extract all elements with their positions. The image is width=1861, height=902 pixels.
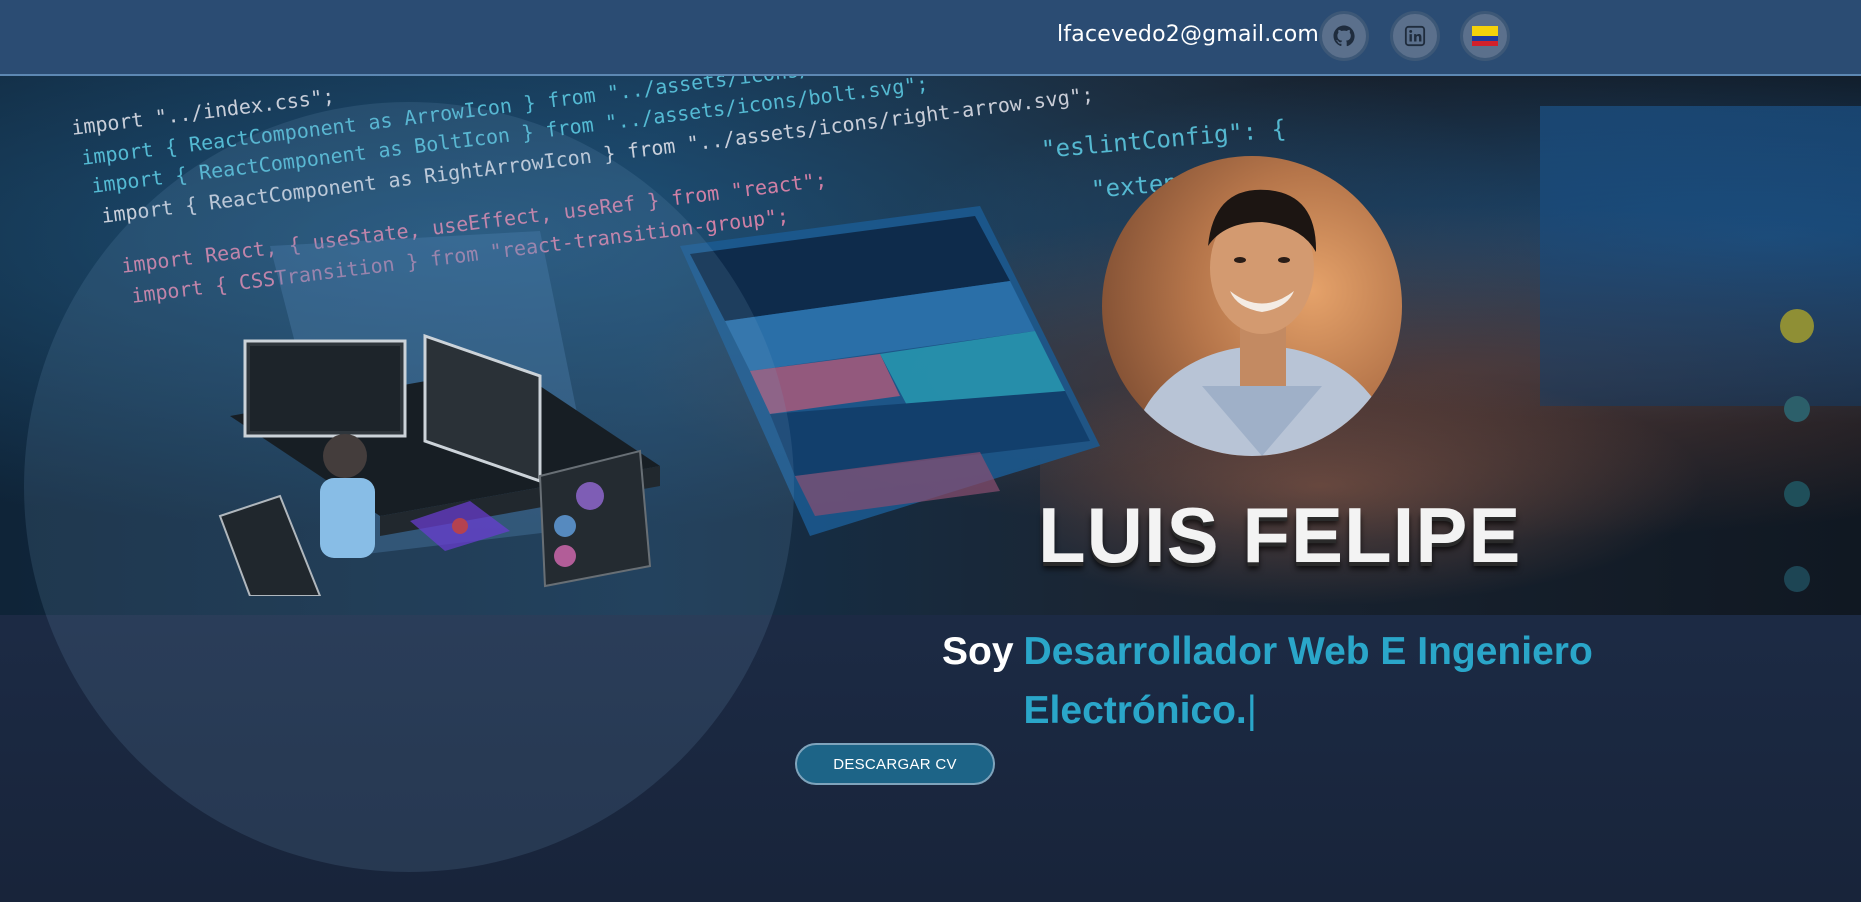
github-icon: [1333, 25, 1355, 47]
colombia-flag-icon: [1472, 26, 1498, 46]
decorative-circle: [24, 102, 794, 872]
subtitle-role: Desarrollador Web E Ingeniero Electrónic…: [1023, 630, 1593, 732]
contact-email[interactable]: lfacevedo2@gmail.com/: [1057, 22, 1333, 47]
github-button[interactable]: [1319, 11, 1369, 61]
profile-photo: [1102, 156, 1402, 456]
linkedin-button[interactable]: [1390, 11, 1440, 61]
hero-name: LUIS FELIPE: [1038, 491, 1522, 579]
typing-caret: |: [1246, 689, 1257, 732]
slider-dot[interactable]: [1784, 566, 1810, 592]
email-text: lfacevedo2@gmail.com: [1057, 22, 1320, 47]
slider-dot[interactable]: [1784, 481, 1810, 507]
download-cv-button[interactable]: DESCARGAR CV: [795, 743, 995, 785]
language-button[interactable]: [1460, 11, 1510, 61]
profile-portrait: [1132, 189, 1392, 456]
linkedin-icon: [1404, 25, 1426, 47]
slider-dot-active[interactable]: [1780, 309, 1814, 343]
top-bar: lfacevedo2@gmail.com/: [0, 0, 1861, 76]
subtitle-lead: Soy: [942, 630, 1014, 673]
page: lfacevedo2@gmail.com/ imp: [0, 0, 1861, 902]
hero-subtitle: Soy Desarrollador Web E Ingeniero Electr…: [942, 622, 1642, 740]
slider-dot[interactable]: [1784, 396, 1810, 422]
